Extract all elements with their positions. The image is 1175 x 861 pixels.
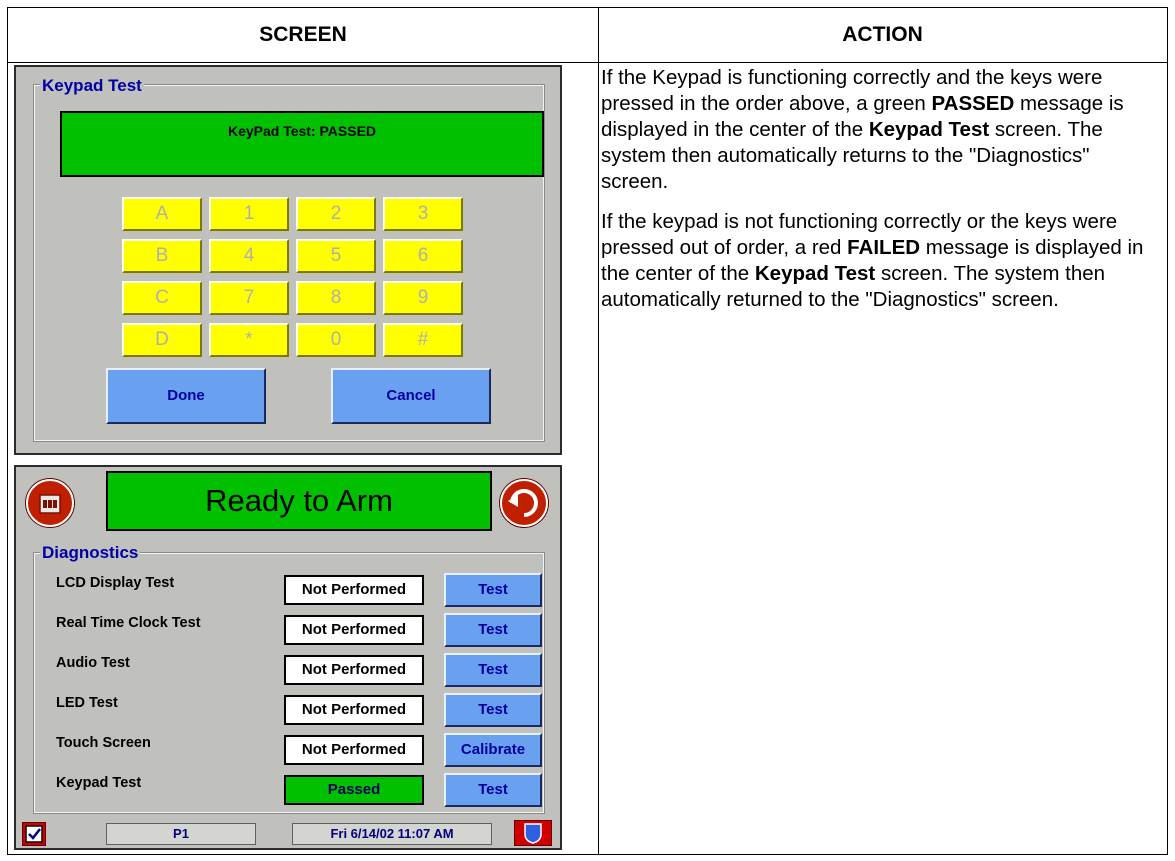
key-2[interactable]: 2 xyxy=(296,197,376,231)
test-button[interactable]: Test xyxy=(444,693,542,727)
cancel-button[interactable]: Cancel xyxy=(331,368,491,424)
test-button[interactable]: Test xyxy=(444,613,542,647)
key-hash[interactable]: # xyxy=(383,323,463,357)
done-button[interactable]: Done xyxy=(106,368,266,424)
keypad-test-emphasis: Keypad Test xyxy=(754,262,876,285)
key-7[interactable]: 7 xyxy=(209,281,289,315)
page-indicator: P1 xyxy=(106,823,256,845)
diag-row-label: Touch Screen xyxy=(56,735,151,751)
keypad-result-banner: KeyPad Test: PASSED xyxy=(60,111,544,177)
shield-icon[interactable] xyxy=(514,820,552,846)
diag-row-label: LED Test xyxy=(56,695,118,711)
home-icon[interactable] xyxy=(26,479,74,527)
failed-emphasis: FAILED xyxy=(847,236,921,259)
back-arrow-icon[interactable] xyxy=(500,479,548,527)
key-d[interactable]: D xyxy=(122,323,202,357)
action-paragraph-failed: If the keypad is not functioning correct… xyxy=(601,209,1151,313)
diag-row-status: Not Performed xyxy=(284,735,424,765)
key-c[interactable]: C xyxy=(122,281,202,315)
keypad-test-emphasis: Keypad Test xyxy=(868,118,990,141)
diagnostics-screen: Ready to Arm Diagnostics LCD Display Tes… xyxy=(14,465,562,850)
diag-row-label: Keypad Test xyxy=(56,775,142,791)
action-column-header: ACTION xyxy=(842,23,923,46)
key-6[interactable]: 6 xyxy=(383,239,463,273)
test-button[interactable]: Test xyxy=(444,773,542,807)
screen-column-header: SCREEN xyxy=(259,23,347,46)
key-8[interactable]: 8 xyxy=(296,281,376,315)
diag-row-label: LCD Display Test xyxy=(56,575,175,591)
key-1[interactable]: 1 xyxy=(209,197,289,231)
diag-row-label: Audio Test xyxy=(56,655,130,671)
passed-emphasis: PASSED xyxy=(931,92,1015,115)
keypad-test-group-title: Keypad Test xyxy=(40,76,144,95)
key-a[interactable]: A xyxy=(122,197,202,231)
action-paragraph-passed: If the Keypad is functioning correctly a… xyxy=(601,65,1151,195)
test-button[interactable]: Test xyxy=(444,653,542,687)
ready-to-arm-banner: Ready to Arm xyxy=(106,471,492,531)
keypad-test-screen: Keypad Test KeyPad Test: PASSED A123 B456… xyxy=(14,65,562,455)
action-text: If the Keypad is functioning correctly a… xyxy=(601,65,1151,327)
key-star[interactable]: * xyxy=(209,323,289,357)
diag-row-status: Not Performed xyxy=(284,615,424,645)
diagnostics-group-title: Diagnostics xyxy=(40,543,141,562)
diag-row-label: Real Time Clock Test xyxy=(56,615,201,631)
header-row: SCREEN ACTION xyxy=(8,8,1167,63)
key-4[interactable]: 4 xyxy=(209,239,289,273)
key-0[interactable]: 0 xyxy=(296,323,376,357)
checkbox-icon[interactable] xyxy=(22,822,46,846)
column-divider xyxy=(598,8,599,854)
diag-row-status: Passed xyxy=(284,775,424,805)
test-button[interactable]: Test xyxy=(444,573,542,607)
diag-row-status: Not Performed xyxy=(284,575,424,605)
key-5[interactable]: 5 xyxy=(296,239,376,273)
diag-row-status: Not Performed xyxy=(284,655,424,685)
key-b[interactable]: B xyxy=(122,239,202,273)
calibrate-button[interactable]: Calibrate xyxy=(444,733,542,767)
key-9[interactable]: 9 xyxy=(383,281,463,315)
diag-row-status: Not Performed xyxy=(284,695,424,725)
date-time-display: Fri 6/14/02 11:07 AM xyxy=(292,823,492,845)
key-3[interactable]: 3 xyxy=(383,197,463,231)
